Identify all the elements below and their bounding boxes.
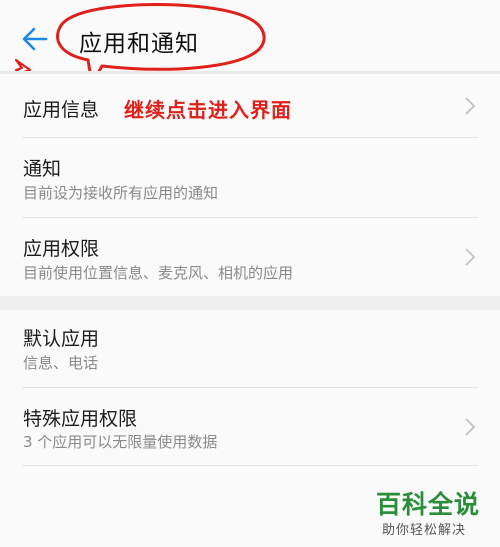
list-item-subtitle: 信息、电话 xyxy=(23,354,99,372)
chevron-right-icon xyxy=(465,418,476,436)
list-item-label: 应用权限 xyxy=(23,238,100,260)
section-gap xyxy=(0,296,500,310)
list-item-default-apps[interactable]: 默认应用 信息、电话 xyxy=(0,310,500,388)
list-item-subtitle: 目前使用位置信息、麦克风、相机的应用 xyxy=(23,264,294,282)
watermark-title: 百科全说 xyxy=(376,490,481,519)
watermark: 百科全说 助你轻松解决 xyxy=(376,485,486,543)
list-item-app-permissions[interactable]: 应用权限 目前使用位置信息、麦克风、相机的应用 xyxy=(0,218,500,296)
list-item-label: 应用信息 xyxy=(23,99,100,121)
list-item-label: 默认应用 xyxy=(23,328,100,350)
app-header: 应用和通知 xyxy=(0,0,500,82)
page-title: 应用和通知 xyxy=(79,31,199,57)
list-item-notifications[interactable]: 通知 目前设为接收所有应用的通知 xyxy=(0,138,500,218)
back-arrow-icon[interactable] xyxy=(18,22,52,56)
watermark-subtitle: 助你轻松解决 xyxy=(382,523,467,538)
chevron-right-icon xyxy=(465,97,476,115)
annotation-text: 继续点击进入界面 xyxy=(124,98,292,122)
chevron-right-icon xyxy=(465,248,476,266)
list-item-special-app-permissions[interactable]: 特殊应用权限 3 个应用可以无限量使用数据 xyxy=(0,388,500,466)
list-item-label: 特殊应用权限 xyxy=(23,408,138,430)
list-item-subtitle: 目前设为接收所有应用的通知 xyxy=(23,184,219,202)
list-item-label: 通知 xyxy=(23,158,62,180)
divider xyxy=(22,465,478,466)
list-item-subtitle: 3 个应用可以无限量使用数据 xyxy=(23,433,218,451)
